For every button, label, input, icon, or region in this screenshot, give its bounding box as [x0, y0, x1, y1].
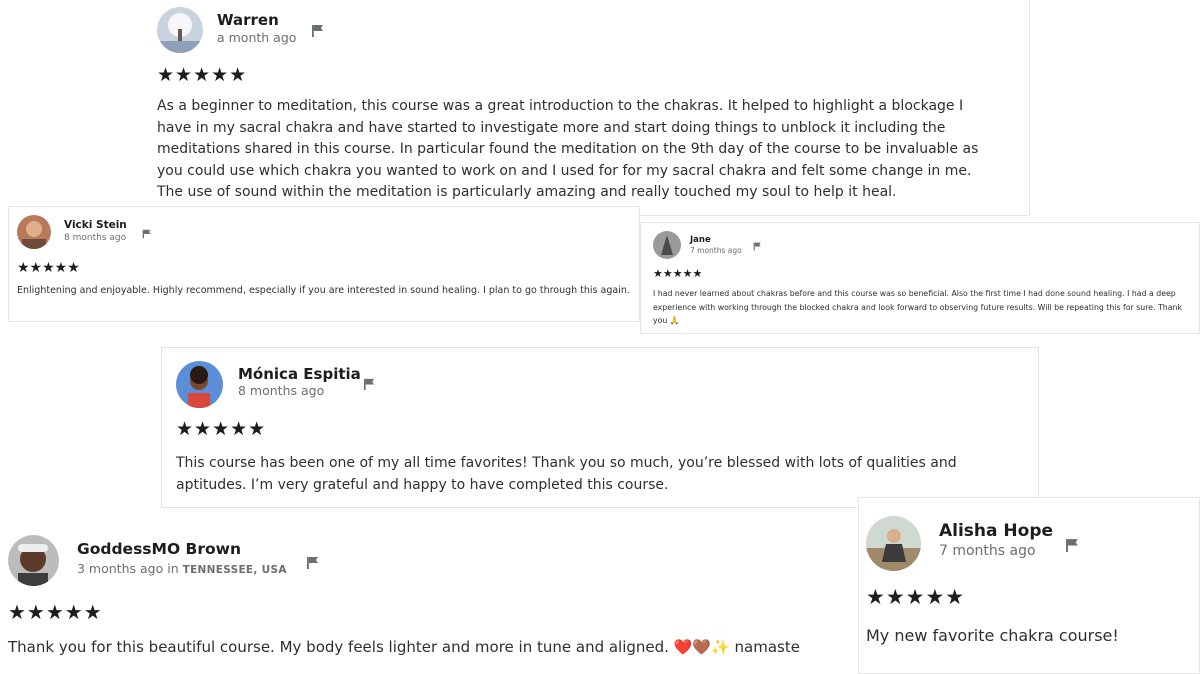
star-rating: ★★★★★ — [17, 260, 80, 276]
review-card-monica-espitia: Mónica Espitia 8 months ago ★★★★★ This c… — [161, 347, 1039, 508]
avatar — [17, 215, 51, 249]
reviewer-name: Vicki Stein — [64, 219, 127, 231]
reviewer-name: GoddessMO Brown — [77, 540, 241, 558]
review-text: My new favorite chakra course! — [866, 626, 1119, 645]
flag-icon[interactable] — [363, 378, 376, 391]
review-time: 7 months ago — [939, 543, 1036, 559]
review-card-warren: Warren a month ago ★★★★★ As a beginner t… — [148, 0, 1030, 216]
flag-icon[interactable] — [142, 229, 152, 239]
avatar — [653, 231, 681, 259]
star-rating: ★★★★★ — [176, 418, 267, 440]
review-text: Thank you for this beautiful course. My … — [8, 638, 800, 656]
flag-icon[interactable] — [1065, 538, 1080, 553]
reviewer-name: Mónica Espitia — [238, 365, 361, 383]
star-rating: ★★★★★ — [653, 267, 703, 280]
review-text: This course has been one of my all time … — [176, 455, 957, 493]
avatar — [157, 7, 203, 53]
reviewer-name: Warren — [217, 11, 279, 29]
review-time: 7 months ago — [690, 246, 742, 255]
review-text: I had never learned about chakras before… — [653, 289, 1182, 325]
review-time-text: 3 months ago — [77, 561, 164, 576]
review-card-jane: Jane 7 months ago ★★★★★ I had never lear… — [640, 222, 1200, 334]
reviewer-name: Alisha Hope — [939, 521, 1054, 541]
star-rating: ★★★★★ — [157, 64, 248, 86]
avatar — [866, 516, 921, 571]
review-time: 8 months ago — [238, 383, 325, 398]
review-location-prefix: in — [167, 561, 179, 576]
flag-icon[interactable] — [753, 242, 762, 251]
star-rating: ★★★★★ — [8, 600, 103, 624]
flag-icon[interactable] — [311, 24, 325, 38]
review-card-alisha-hope: Alisha Hope 7 months ago ★★★★★ My new fa… — [858, 497, 1200, 674]
review-card-vicki-stein: Vicki Stein 8 months ago ★★★★★ Enlighten… — [8, 206, 640, 322]
avatar — [176, 361, 223, 408]
review-text: As a beginner to meditation, this course… — [157, 98, 979, 201]
reviewer-name: Jane — [690, 235, 711, 245]
flag-icon[interactable] — [306, 556, 320, 570]
review-time: 3 months ago in TENNESSEE, USA — [77, 561, 287, 576]
review-time: a month ago — [217, 30, 297, 45]
avatar — [8, 535, 59, 586]
review-location: TENNESSEE, USA — [182, 564, 287, 576]
review-time: 8 months ago — [64, 233, 127, 243]
star-rating: ★★★★★ — [866, 585, 966, 609]
review-card-goddessmo-brown: GoddessMO Brown 3 months ago in TENNESSE… — [0, 520, 860, 674]
review-text: Enlightening and enjoyable. Highly recom… — [17, 285, 630, 296]
